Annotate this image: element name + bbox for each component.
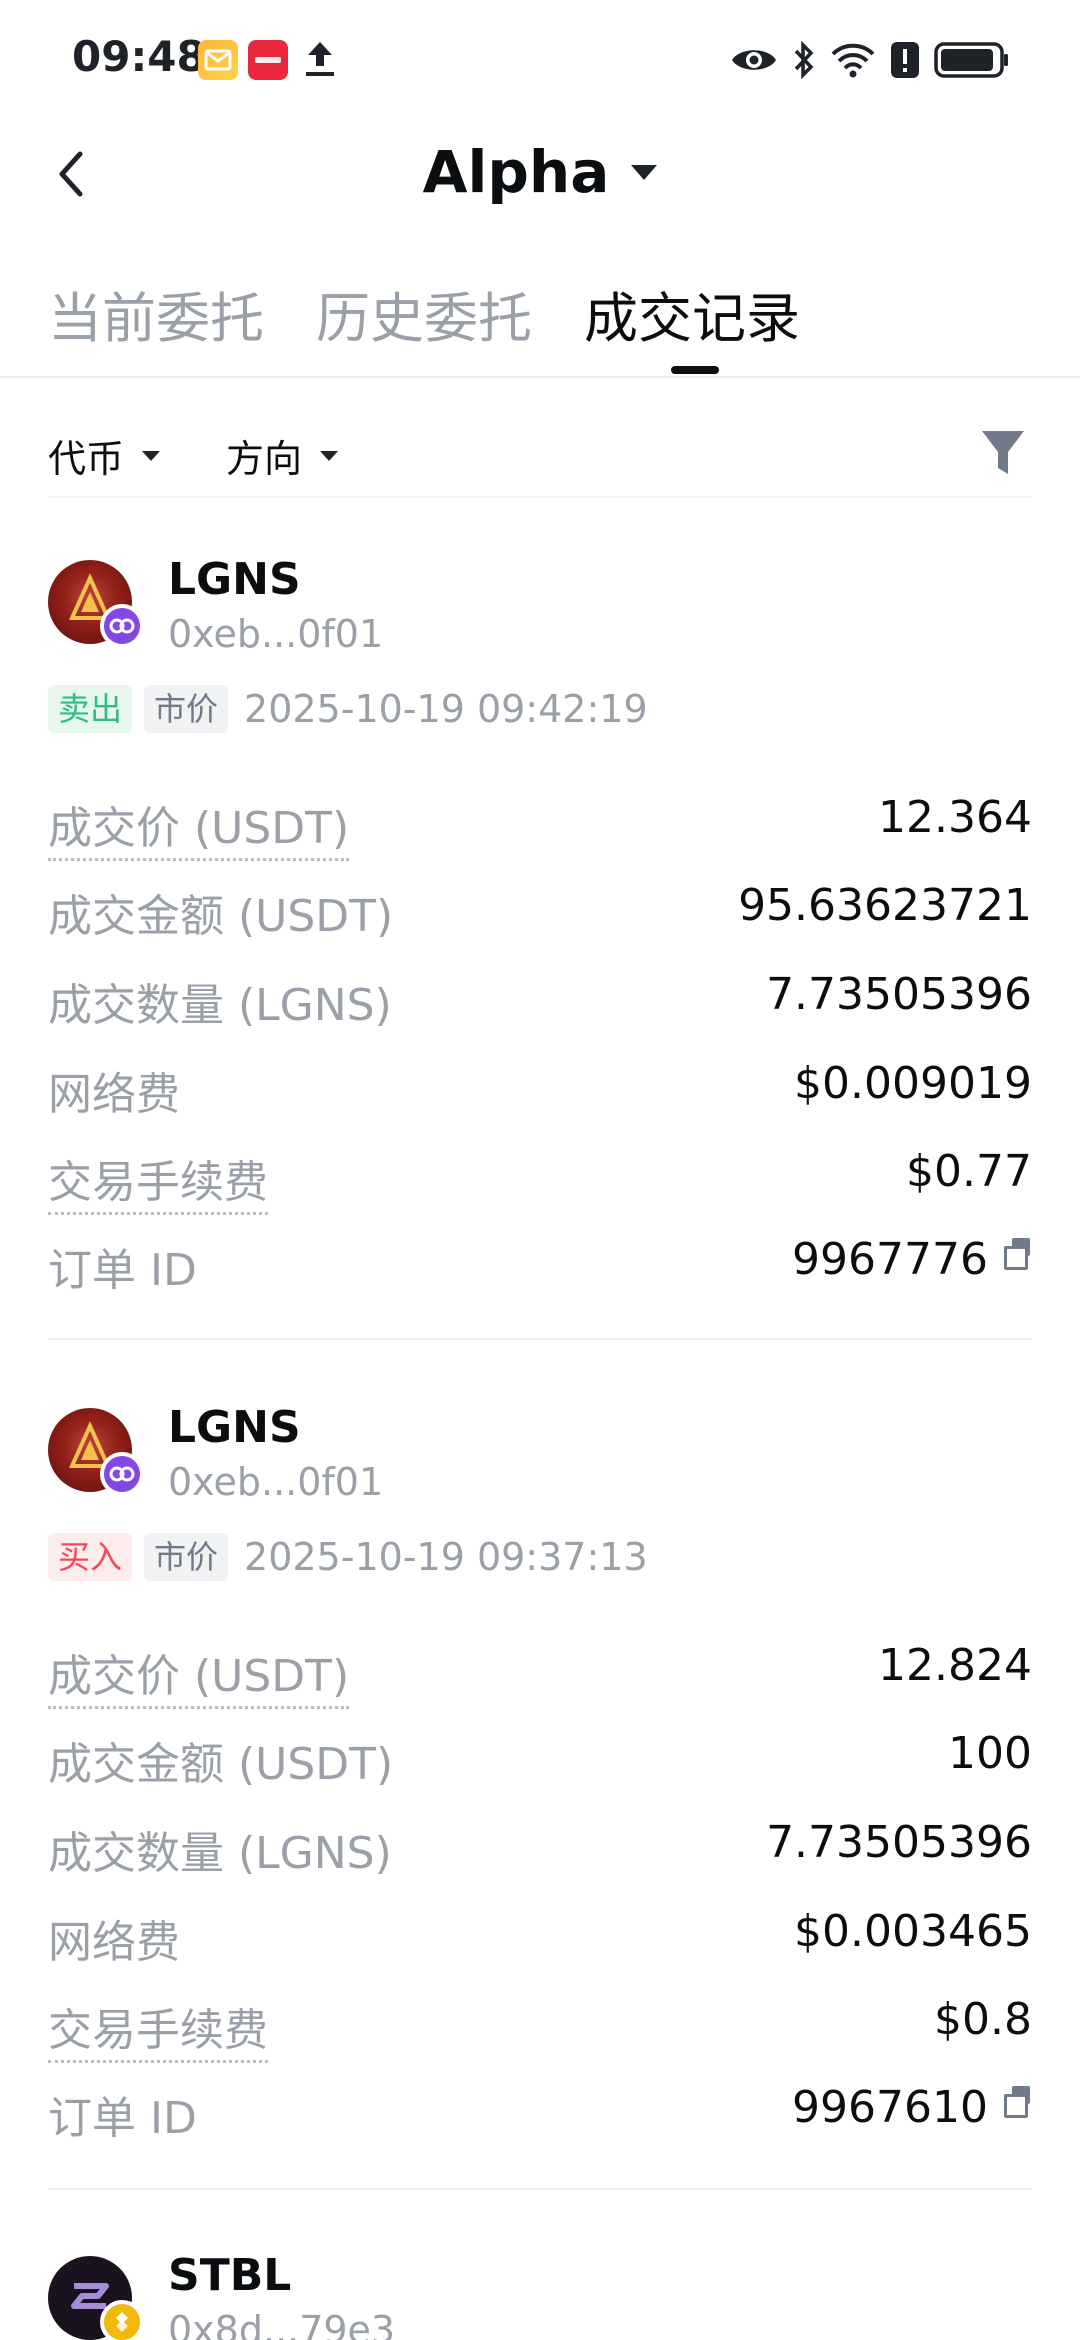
price-label[interactable]: 成交价 (USDT) — [48, 792, 350, 861]
order-type-badge: 市价 — [144, 1533, 229, 1581]
title-selector[interactable]: Alpha — [0, 138, 1080, 206]
card-divider — [48, 1338, 1032, 1340]
token-filter-label: 代币 — [48, 437, 125, 481]
detail-row-order-id: 订单 ID 9967776 — [48, 1234, 1032, 1296]
coin-name: LGNS — [168, 554, 301, 605]
quantity-value: 7.73505396 — [766, 1817, 1032, 1868]
polygon-icon — [100, 604, 144, 648]
page-title: Alpha — [422, 138, 610, 206]
trade-timestamp: 2025-10-19 09:37:13 — [244, 1535, 648, 1579]
caret-down-icon — [142, 450, 161, 461]
trading-fee-value: $0.8 — [934, 1994, 1032, 2045]
trade-record-card: LGNS 0xeb...0f01 买入 市价 2025-10-19 09:37:… — [48, 1402, 1032, 2190]
order-id-text: 9967776 — [792, 1234, 988, 1285]
detail-row-trading-fee: 交易手续费 $0.8 — [48, 1994, 1032, 2063]
trading-fee-label[interactable]: 交易手续费 — [48, 1146, 268, 1215]
tab-current-orders[interactable]: 当前委托 — [48, 274, 264, 353]
order-id-value: 9967610 — [792, 2082, 1032, 2133]
order-id-value: 9967776 — [792, 1234, 1032, 1285]
order-id-label: 订单 ID — [48, 1245, 197, 1296]
tab-trade-history[interactable]: 成交记录 — [584, 274, 800, 353]
price-value: 12.824 — [878, 1640, 1032, 1691]
token-filter-dropdown[interactable]: 代币 — [48, 428, 161, 483]
xiaohongshu-app-icon — [248, 40, 288, 80]
order-type-badge: 市价 — [144, 685, 229, 733]
detail-row-network-fee: 网络费 $0.003465 — [48, 1906, 1032, 1968]
caret-down-icon — [631, 164, 658, 180]
order-id-text: 9967610 — [792, 2082, 988, 2133]
battery-icon — [934, 41, 1010, 79]
amount-label: 成交金额 (USDT) — [48, 1739, 394, 1790]
copy-icon[interactable] — [1004, 2086, 1032, 2118]
contract-address: 0xeb...0f01 — [168, 612, 384, 656]
order-tabs: 当前委托 历史委托 成交记录 — [0, 260, 1080, 378]
price-value: 12.364 — [878, 792, 1032, 843]
detail-row-quantity: 成交数量 (LGNS) 7.73505396 — [48, 1817, 1032, 1879]
network-fee-label: 网络费 — [48, 1917, 180, 1968]
price-label[interactable]: 成交价 (USDT) — [48, 1640, 350, 1709]
contract-address: 0x8d...79e3 — [168, 2308, 396, 2340]
trade-record-card: STBL 0x8d...79e3 — [48, 2250, 1032, 2340]
status-bar: 09:48 — [0, 0, 1080, 120]
network-fee-value: $0.003465 — [794, 1906, 1032, 1957]
quantity-label: 成交数量 (LGNS) — [48, 1828, 392, 1879]
detail-row-trading-fee: 交易手续费 $0.77 — [48, 1146, 1032, 1215]
amount-value: 100 — [948, 1728, 1032, 1779]
detail-row-amount: 成交金额 (USDT) 95.63623721 — [48, 880, 1032, 942]
caret-down-icon — [320, 450, 339, 461]
network-fee-label: 网络费 — [48, 1069, 180, 1120]
system-status-icons — [730, 38, 1010, 82]
detail-row-price: 成交价 (USDT) 12.364 — [48, 792, 1032, 861]
quantity-value: 7.73505396 — [766, 969, 1032, 1020]
coin-name: LGNS — [168, 1402, 301, 1453]
detail-row-quantity: 成交数量 (LGNS) 7.73505396 — [48, 969, 1032, 1031]
mail-app-icon — [198, 40, 238, 80]
trade-record-card: LGNS 0xeb...0f01 卖出 市价 2025-10-19 09:42:… — [48, 554, 1032, 1340]
detail-row-amount: 成交金额 (USDT) 100 — [48, 1728, 1032, 1790]
coin-name: STBL — [168, 2250, 292, 2301]
detail-row-network-fee: 网络费 $0.009019 — [48, 1058, 1032, 1120]
alert-icon — [890, 40, 920, 80]
amount-value: 95.63623721 — [738, 880, 1032, 931]
trading-fee-value: $0.77 — [906, 1146, 1032, 1197]
amount-label: 成交金额 (USDT) — [48, 891, 394, 942]
network-fee-value: $0.009019 — [794, 1058, 1032, 1109]
polygon-icon — [100, 1452, 144, 1496]
order-id-label: 订单 ID — [48, 2093, 197, 2144]
filter-bar: 代币 方向 — [48, 418, 1032, 498]
contract-address: 0xeb...0f01 — [168, 1460, 384, 1504]
upload-icon — [302, 38, 338, 80]
side-badge: 卖出 — [48, 685, 133, 733]
direction-filter-dropdown[interactable]: 方向 — [226, 428, 339, 483]
side-badge: 买入 — [48, 1533, 133, 1581]
copy-icon[interactable] — [1004, 1238, 1032, 1270]
trade-timestamp: 2025-10-19 09:42:19 — [244, 687, 648, 731]
quantity-label: 成交数量 (LGNS) — [48, 980, 392, 1031]
bluetooth-icon — [792, 40, 816, 80]
detail-row-price: 成交价 (USDT) 12.824 — [48, 1640, 1032, 1709]
bnb-chain-icon — [100, 2300, 144, 2340]
direction-filter-label: 方向 — [226, 437, 303, 481]
detail-row-order-id: 订单 ID 9967610 — [48, 2082, 1032, 2144]
wifi-icon — [830, 42, 876, 78]
status-time: 09:48 — [72, 32, 206, 81]
trade-tags: 卖出 市价 2025-10-19 09:42:19 — [48, 684, 648, 734]
card-divider — [48, 2188, 1032, 2190]
trading-fee-label[interactable]: 交易手续费 — [48, 1994, 268, 2063]
funnel-icon[interactable] — [980, 428, 1026, 478]
trade-tags: 买入 市价 2025-10-19 09:37:13 — [48, 1532, 648, 1582]
eye-icon — [730, 44, 778, 76]
page-header: Alpha — [0, 120, 1080, 230]
tab-order-history[interactable]: 历史委托 — [316, 274, 532, 353]
active-tab-indicator — [671, 366, 719, 374]
